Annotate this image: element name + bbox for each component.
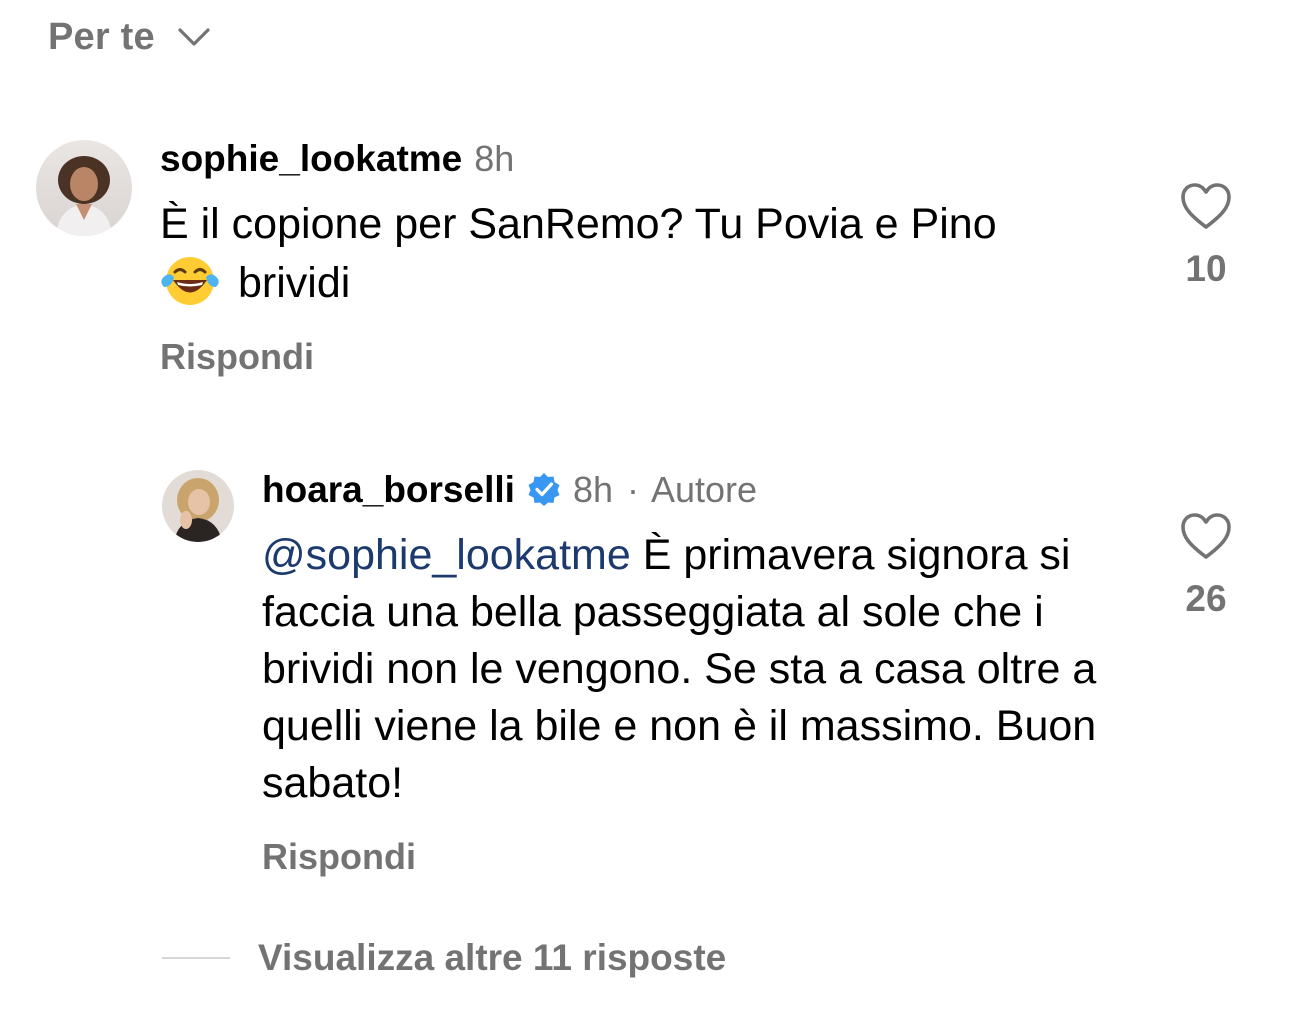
reply-button[interactable]: Rispondi [160, 336, 314, 378]
mention-link[interactable]: @sophie_lookatme [262, 531, 631, 579]
divider-line [162, 957, 230, 959]
comment-text: @sophie_lookatme È primavera signora si … [262, 527, 1142, 812]
comment-username[interactable]: hoara_borselli [262, 469, 515, 511]
reply-button[interactable]: Rispondi [262, 836, 416, 878]
author-tag: Autore [650, 469, 758, 510]
comment-text-line: brividi [238, 259, 351, 307]
like-count: 10 [1185, 248, 1227, 289]
heart-icon[interactable] [1178, 510, 1234, 562]
face-with-tears-of-joy-icon [160, 253, 220, 309]
view-more-replies-label: Visualizza altre 11 risposte [258, 937, 727, 978]
separator-dot: · [626, 469, 639, 510]
like-column: 26 [1174, 510, 1238, 620]
comment-text: È il copione per SanRemo? Tu Povia e Pin… [160, 196, 1140, 312]
comment-timestamp: 8h [572, 469, 613, 510]
comment-header: hoara_borselli 8h · Autore [262, 468, 757, 516]
comment-timestamp: 8h [474, 138, 515, 179]
comment-username[interactable]: sophie_lookatme [160, 138, 462, 180]
avatar-sophie[interactable] [36, 140, 132, 236]
sort-filter-label: Per te [48, 15, 155, 58]
heart-icon[interactable] [1178, 180, 1234, 232]
like-count: 26 [1185, 578, 1227, 619]
chevron-down-icon [177, 27, 211, 47]
comment-header: sophie_lookatme 8h [160, 138, 514, 186]
sort-filter-dropdown[interactable]: Per te [48, 12, 211, 62]
verified-badge-icon [527, 472, 561, 506]
avatar-hoara[interactable] [162, 470, 234, 542]
comment-text-line: È il copione per SanRemo? Tu Povia e Pin… [160, 200, 997, 248]
like-column: 10 [1174, 180, 1238, 290]
view-more-replies-button[interactable]: Visualizza altre 11 risposte [162, 930, 726, 986]
